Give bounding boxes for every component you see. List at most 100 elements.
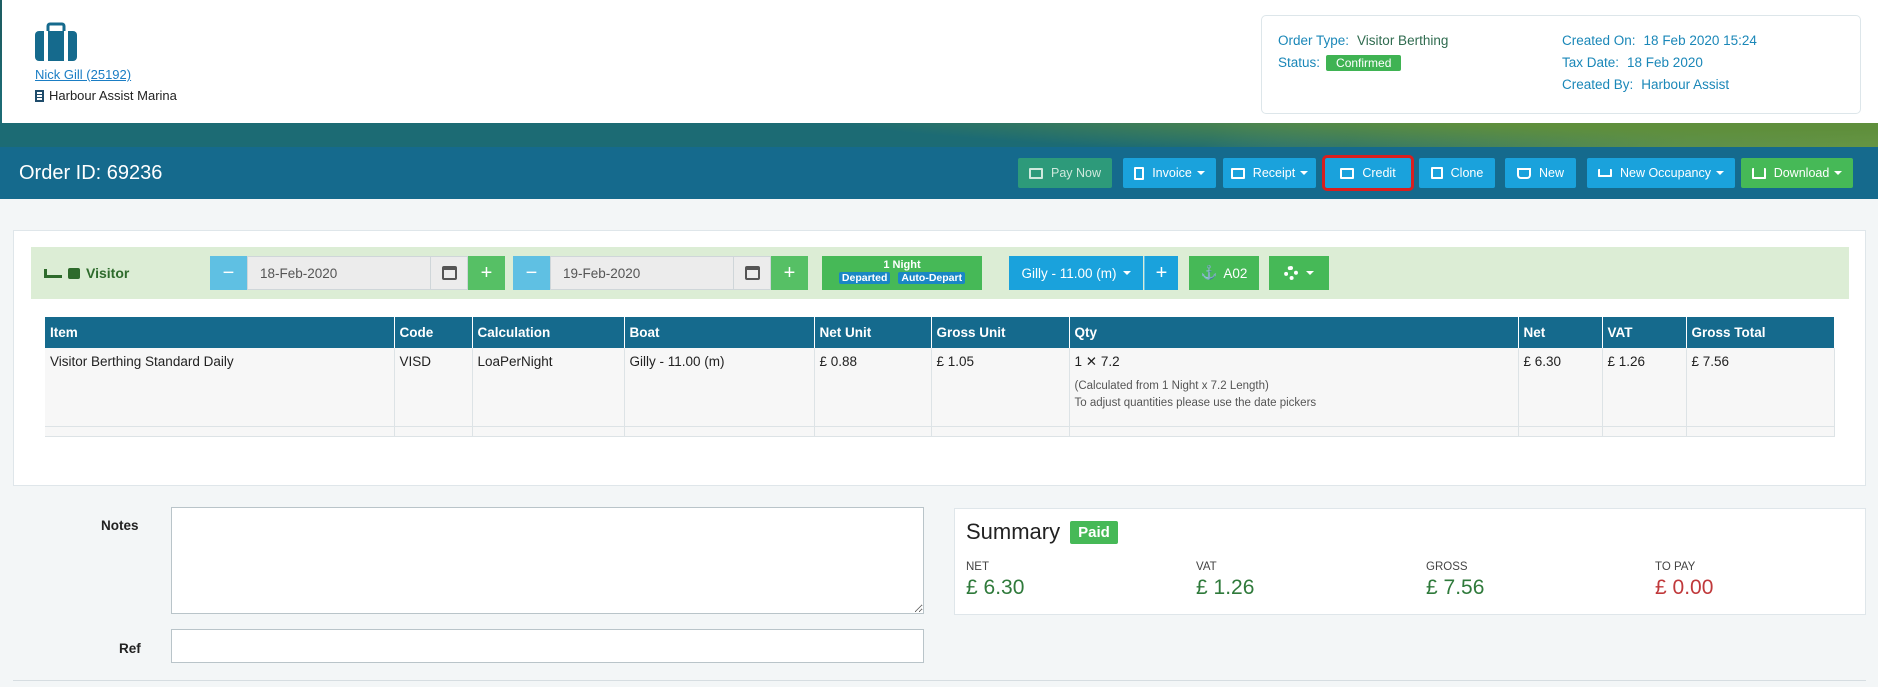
paid-badge: Paid: [1070, 520, 1118, 544]
receipt-button[interactable]: Receipt: [1223, 158, 1316, 188]
notes-textarea[interactable]: [171, 507, 924, 614]
suitcase-icon: [35, 22, 77, 61]
printer-icon: [1230, 167, 1245, 179]
boat-select-label: Gilly - 11.00 (m): [1021, 265, 1117, 281]
order-info-card: Order Type: Visitor Berthing Status: Confi…: [1261, 15, 1861, 114]
boat-select-button[interactable]: Gilly - 11.00 (m): [1009, 256, 1143, 290]
order-type-row: Order Type: Visitor Berthing: [1278, 33, 1448, 48]
money-icon: [1028, 167, 1043, 179]
col-item: Item: [45, 317, 395, 348]
invoice-button[interactable]: Invoice: [1123, 158, 1216, 188]
to-pay-label: TO PAY: [1655, 561, 1696, 573]
vat-value: £ 1.26: [1196, 576, 1255, 599]
chevron-down-icon: [1716, 171, 1724, 175]
cell-vat: £ 1.26: [1602, 348, 1687, 427]
calendar-icon: [744, 266, 760, 280]
anchor-icon: ⚓: [1200, 265, 1218, 280]
created-by-label: Created By:: [1562, 77, 1634, 92]
order-type-label: Order Type:: [1278, 33, 1350, 48]
order-lines-table: Item Code Calculation Boat Net Unit Gros…: [45, 317, 1835, 437]
pay-now-label: Pay Now: [1050, 166, 1102, 180]
col-vat: VAT: [1602, 317, 1687, 348]
chevron-down-icon: [1306, 271, 1314, 275]
qty-adjust-note: To adjust quantities please use the date…: [1074, 397, 1317, 409]
chevron-down-icon: [1300, 171, 1309, 175]
settings-dropdown-button[interactable]: [1269, 256, 1329, 290]
cell-qty: 1 ✕ 7.2 (Calculated from 1 Night x 7.2 L…: [1069, 348, 1519, 427]
col-gross-unit: Gross Unit: [931, 317, 1070, 348]
col-net-unit: Net Unit: [814, 317, 932, 348]
new-occupancy-label: New Occupancy: [1619, 166, 1711, 180]
arrival-date-input[interactable]: 18-Feb-2020: [247, 256, 431, 290]
arrival-plus-button[interactable]: +: [468, 256, 505, 290]
credit-button[interactable]: Credit: [1322, 155, 1414, 191]
net-value: £ 6.30: [966, 576, 1025, 599]
add-boat-button[interactable]: +: [1144, 256, 1178, 290]
arrival-minus-button[interactable]: −: [210, 256, 247, 290]
qty-value: 1 ✕ 7.2: [1074, 354, 1120, 369]
bed-icon: [44, 268, 62, 278]
tax-date-row: Tax Date: 18 Feb 2020: [1562, 55, 1703, 70]
table-row[interactable]: Visitor Berthing Standard Daily VISD Loa…: [45, 348, 1835, 427]
order-lines-panel: Visitor − 18-Feb-2020 + − 19-Feb-2020 + …: [13, 230, 1866, 486]
new-occupancy-button[interactable]: New Occupancy: [1587, 158, 1735, 188]
marina-line: Harbour Assist Marina: [35, 88, 177, 103]
cell-calculation: LoaPerNight: [472, 348, 625, 427]
visit-label: Visitor: [86, 265, 130, 281]
status-badge: Confirmed: [1326, 55, 1402, 71]
file-icon: [1134, 166, 1145, 180]
chevron-down-icon: [1834, 171, 1843, 175]
qty-calc-note: (Calculated from 1 Night x 7.2 Length): [1074, 380, 1269, 392]
pay-now-button[interactable]: Pay Now: [1018, 158, 1112, 188]
summary-title: Summary: [966, 519, 1061, 544]
table-row-spacer: [45, 426, 1835, 437]
summary-header: Summary Paid: [966, 519, 1118, 545]
divider: [13, 680, 1866, 681]
order-title: Order ID: 69236: [19, 162, 163, 184]
departure-date-picker: − 19-Feb-2020 +: [513, 256, 808, 290]
arrival-calendar-button[interactable]: [431, 256, 468, 290]
gears-icon: [1284, 266, 1298, 280]
cell-gross-total: £ 7.56: [1686, 348, 1835, 427]
ref-input[interactable]: [171, 629, 924, 663]
chevron-down-icon: [1122, 271, 1131, 275]
summary-to-pay: TO PAY £ 0.00: [1655, 561, 1713, 600]
cell-code: VISD: [394, 348, 473, 427]
marina-name: Harbour Assist Marina: [49, 88, 177, 103]
to-pay-value: £ 0.00: [1655, 576, 1714, 599]
col-boat: Boat: [624, 317, 815, 348]
col-qty: Qty: [1069, 317, 1519, 348]
customer-link[interactable]: Nick Gill (25192): [35, 67, 131, 82]
credit-label: Credit: [1362, 166, 1396, 180]
cell-boat: Gilly - 11.00 (m): [624, 348, 815, 427]
col-code: Code: [394, 317, 473, 348]
visit-row: Visitor − 18-Feb-2020 + − 19-Feb-2020 + …: [31, 247, 1849, 299]
berth-button[interactable]: ⚓ A02: [1189, 256, 1259, 290]
col-net: Net: [1518, 317, 1603, 348]
tax-date-label: Tax Date:: [1562, 55, 1620, 70]
clone-label: Clone: [1450, 166, 1484, 180]
arrival-date-picker: − 18-Feb-2020 +: [210, 256, 505, 290]
departure-plus-button[interactable]: +: [771, 256, 808, 290]
created-on-label: Created On:: [1562, 33, 1636, 48]
col-calculation: Calculation: [472, 317, 625, 348]
summary-panel: Summary Paid NET £ 6.30 VAT £ 1.26 GROSS…: [954, 508, 1866, 615]
clone-button[interactable]: Clone: [1419, 158, 1495, 188]
departure-minus-button[interactable]: −: [513, 256, 550, 290]
download-label: Download: [1773, 166, 1830, 180]
new-label: New: [1538, 166, 1564, 180]
gross-label: GROSS: [1426, 561, 1468, 573]
created-on-row: Created On: 18 Feb 2020 15:24: [1562, 33, 1757, 48]
download-button[interactable]: Download: [1741, 158, 1853, 188]
basket-icon: [1516, 167, 1531, 179]
ref-label: Ref: [119, 641, 141, 656]
download-icon: [1751, 167, 1766, 179]
auto-depart-tag: Auto-Depart: [898, 272, 966, 284]
departure-calendar-button[interactable]: [734, 256, 771, 290]
money-icon: [1340, 167, 1355, 179]
summary-gross: GROSS £ 7.56: [1426, 561, 1484, 600]
departure-date-input[interactable]: 19-Feb-2020: [550, 256, 734, 290]
building-icon: [35, 89, 44, 102]
new-button[interactable]: New: [1505, 158, 1576, 188]
chevron-down-icon: [1196, 171, 1205, 175]
